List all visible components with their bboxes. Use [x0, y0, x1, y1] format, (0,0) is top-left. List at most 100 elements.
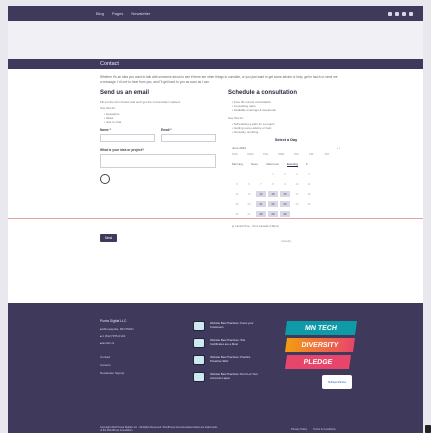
- name-email-row: Name * Email *: [100, 128, 216, 143]
- nav-link-blog[interactable]: Blog: [96, 11, 104, 16]
- calendar-day: 5: [236, 182, 238, 186]
- facebook-icon[interactable]: [395, 11, 399, 16]
- site-footer: Punta Digital LLC Minneapolis, MN 55401 …: [8, 303, 423, 433]
- footer-link-contact[interactable]: Contact: [100, 355, 134, 359]
- tab-evening[interactable]: Evening: [287, 162, 298, 168]
- copyright-text: Copyright 2022 Punta Digital LLC - All R…: [100, 426, 218, 432]
- post-title: Website Best Practices: Don't Let Your A…: [210, 372, 258, 380]
- page-title-bar: Contact: [8, 59, 423, 69]
- calendar-day[interactable]: 15: [268, 191, 278, 198]
- footer-badges: MN TECH DIVERSITY PLEDGE HubSpot Partner: [285, 321, 357, 389]
- calendar-title: Select a Day: [274, 138, 298, 143]
- powered-by[interactable]: Calendly: [228, 240, 344, 243]
- calendar-day[interactable]: 21: [256, 201, 266, 208]
- calendar-day: 11: [307, 182, 311, 186]
- filter-icon[interactable]: ≡: [306, 162, 308, 167]
- message-field-group: What is your idea or project?: [100, 148, 216, 169]
- post-thumbnail-icon: [193, 372, 205, 382]
- phone-text[interactable]: 1 (612) 555-0142: [100, 334, 134, 338]
- social-icons: [388, 11, 413, 16]
- post-thumbnail-icon: [193, 338, 205, 348]
- post-thumbnail-icon: [193, 321, 205, 331]
- tab-noon[interactable]: Noon: [251, 162, 258, 167]
- calendar-day[interactable]: 28: [256, 211, 266, 218]
- time-of-day-tabs: Morning Noon Afternoon Evening ≡: [232, 162, 344, 168]
- message-row: What is your idea or project?: [100, 148, 216, 169]
- captcha-refresh-icon[interactable]: [100, 174, 110, 185]
- list-item: Available evenings & weekends: [232, 108, 344, 112]
- calendar-day: [256, 171, 266, 177]
- consultation-section: Schedule a consultation Free 30-minute c…: [228, 90, 344, 243]
- calendar-day: 25: [307, 202, 311, 206]
- footer-link-newsletter[interactable]: Newsletter Signup: [100, 371, 134, 375]
- twitter-icon[interactable]: [388, 11, 392, 16]
- calendar-day: 10: [295, 182, 299, 186]
- timezone-selector[interactable]: ◍ Central Time - US & Canada (1:35pm): [232, 225, 344, 228]
- post-item[interactable]: Website Best Practices: SSL Certificates…: [193, 338, 260, 348]
- scroll-to-top-button[interactable]: [425, 425, 431, 433]
- terms-link[interactable]: Terms & Conditions: [313, 428, 336, 431]
- weekday-label: MON: [247, 153, 254, 157]
- weekday-label: SUN: [232, 153, 238, 157]
- calendar-day[interactable]: 22: [268, 201, 278, 208]
- calendar-day: 18: [307, 192, 311, 196]
- two-column-layout: Send us an email Fill out the form below…: [100, 90, 348, 243]
- calendar-day: 13: [247, 192, 251, 196]
- calendar-day: [232, 171, 242, 177]
- send-button[interactable]: Send: [100, 234, 117, 243]
- message-textarea[interactable]: [100, 154, 216, 169]
- calendar-day[interactable]: 29: [268, 211, 278, 218]
- calendar-weekdays: SUN MON TUE WED THU FRI SAT: [228, 153, 344, 156]
- calendar-day: 1: [272, 172, 274, 176]
- calendar-day[interactable]: 14: [256, 191, 266, 198]
- weekday-label: WED: [278, 153, 285, 157]
- calendar-day: 9: [284, 182, 286, 186]
- tab-afternoon[interactable]: Afternoon: [266, 162, 279, 167]
- calendar-day: 2: [284, 172, 286, 176]
- post-item[interactable]: Website Best Practices: Practice Proacti…: [193, 355, 260, 365]
- linkedin-icon[interactable]: [402, 11, 406, 16]
- calendar-day[interactable]: 16: [280, 191, 290, 198]
- address-text: Minneapolis, MN 55401: [100, 327, 134, 331]
- email-list-title: Use this for:: [100, 106, 117, 111]
- calendar-day: 3: [296, 172, 298, 176]
- email-link[interactable]: Email Us: [100, 341, 134, 345]
- name-input[interactable]: [100, 134, 155, 143]
- name-label: Name *: [100, 128, 111, 133]
- consult-heading: Schedule a consultation: [228, 90, 298, 97]
- calendar-day[interactable]: 30: [280, 211, 290, 218]
- consult-use-list: Scheduling a plan for a project Getting …: [232, 122, 344, 134]
- post-item[interactable]: Website Best Practices: Know your Custom…: [193, 321, 260, 331]
- pledge-badge: PLEDGE: [285, 355, 351, 369]
- nav-link-newsletter[interactable]: Newsletter: [131, 11, 150, 16]
- calendar-day: 26: [235, 212, 239, 216]
- intro-text: Whether it's an idea you want to talk wi…: [100, 75, 338, 84]
- chevron-left-icon[interactable]: ‹: [337, 146, 338, 150]
- calendar-day: [304, 211, 314, 217]
- post-title: Website Best Practices: SSL Certificates…: [210, 338, 246, 346]
- calendar-day: 27: [247, 212, 251, 216]
- company-name: Punta Digital LLC: [100, 319, 127, 323]
- calendar-day: 19: [235, 202, 239, 206]
- footer-link-careers[interactable]: Careers: [100, 363, 134, 367]
- chevron-right-icon[interactable]: ›: [339, 146, 340, 150]
- calendar-day: [244, 171, 254, 177]
- nav-link-pages[interactable]: Pages: [112, 11, 123, 16]
- page-title: Contact: [100, 61, 119, 67]
- phone-icon[interactable]: [409, 11, 413, 16]
- email-input[interactable]: [161, 134, 216, 143]
- post-title: Website Best Practices: Know your Custom…: [210, 321, 254, 329]
- calendar-day[interactable]: 23: [280, 201, 290, 208]
- hero-banner: [8, 21, 423, 59]
- weekday-label: SAT: [324, 153, 330, 157]
- tab-morning[interactable]: Morning: [232, 162, 243, 167]
- email-field-group: Email *: [161, 128, 216, 143]
- weekday-label: THU: [293, 153, 300, 157]
- browser-frame: Blog Pages Newsletter Contact Whether it…: [0, 0, 431, 433]
- privacy-policy-link[interactable]: Privacy Policy: [291, 428, 307, 431]
- top-navigation: Blog Pages Newsletter: [8, 6, 423, 21]
- calendar-month: June 2022: [232, 146, 247, 151]
- legal-links: Privacy Policy Terms & Conditions: [291, 428, 336, 431]
- page: Blog Pages Newsletter Contact Whether it…: [8, 6, 423, 433]
- post-item[interactable]: Website Best Practices: Don't Let Your A…: [193, 372, 260, 382]
